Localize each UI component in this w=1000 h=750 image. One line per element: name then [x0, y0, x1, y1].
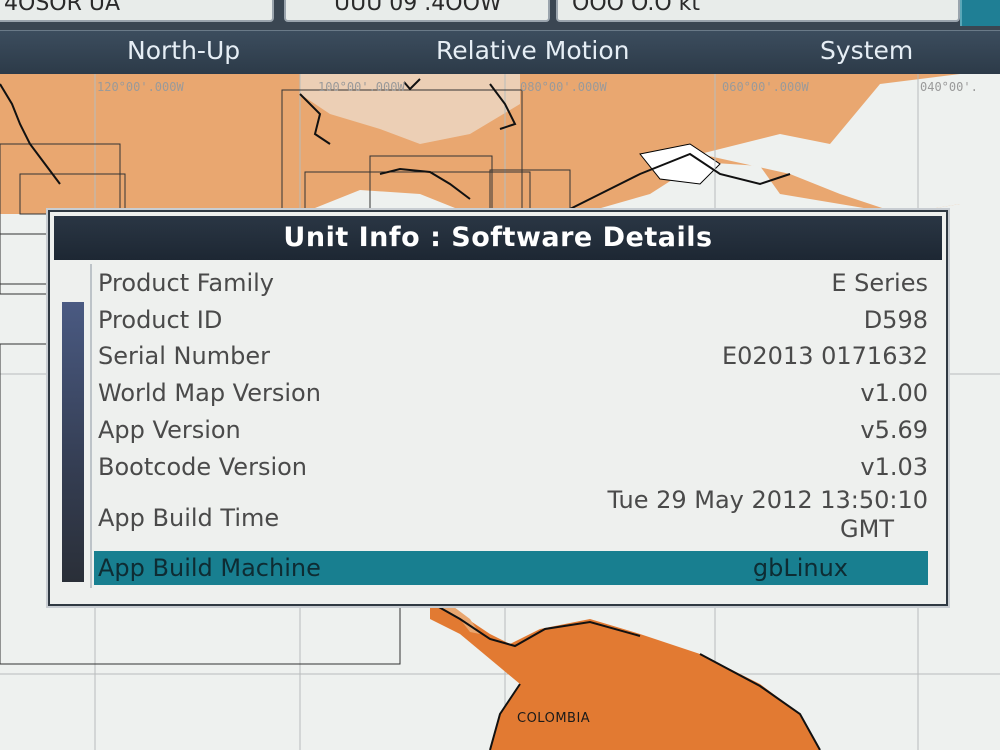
scrollbar[interactable]: [62, 302, 84, 582]
dialog-body: Product Family E Series Product ID D598 …: [58, 264, 938, 594]
row-label: Bootcode Version: [98, 453, 308, 481]
row-value: v1.03: [860, 453, 928, 481]
status-strip: 4OSOR UA UUU 09 .4OOW OOO O.O kt: [0, 0, 1000, 30]
row-label: App Build Time: [98, 504, 280, 532]
divider: [90, 264, 92, 588]
list-item-product-id[interactable]: Product ID D598: [94, 302, 928, 338]
position-lat-box: 4OSOR UA: [0, 0, 274, 22]
list-item-app-build-time[interactable]: App Build Time Tue 29 May 2012 13:50:10 …: [94, 486, 928, 548]
row-value: gbLinux: [752, 554, 848, 582]
lon-label-3: 060°00'.000W: [722, 80, 809, 94]
row-value-line2: GMT: [840, 515, 894, 543]
south-america-land: [430, 602, 820, 750]
country-label: COLOMBIA: [517, 711, 591, 726]
row-value: Tue 29 May 2012 13:50:10 GMT: [607, 486, 928, 544]
position-lon-box: UUU 09 .4OOW: [284, 0, 550, 22]
row-label: Product ID: [98, 306, 223, 334]
row-value-line1: Tue 29 May 2012 13:50:10: [607, 486, 928, 514]
row-label: Serial Number: [98, 342, 270, 370]
lon-label-0: 120°00'.000W: [97, 80, 184, 94]
list-item-bootcode-version[interactable]: Bootcode Version v1.03: [94, 449, 928, 485]
list-item-product-family[interactable]: Product Family E Series: [94, 265, 928, 301]
speed-readout: OOO O.O kt: [572, 0, 701, 16]
unit-info-dialog: Unit Info : Software Details Product Fam…: [48, 210, 948, 606]
row-label: App Build Machine: [98, 554, 321, 582]
menu-bar: North-Up Relative Motion System: [0, 30, 1000, 75]
row-value: E Series: [831, 269, 928, 297]
row-value: v5.69: [860, 416, 928, 444]
speed-box: OOO O.O kt: [556, 0, 960, 22]
lon-readout: UUU 09 .4OOW: [334, 0, 502, 16]
lon-label-4: 040°00'.: [920, 80, 978, 94]
lon-label-1: 100°00'.000W: [318, 80, 405, 94]
list-item-app-version[interactable]: App Version v5.69: [94, 412, 928, 448]
dialog-title: Unit Info : Software Details: [54, 216, 942, 260]
row-label: App Version: [98, 416, 241, 444]
list-item-serial-number[interactable]: Serial Number E02013 0171632: [94, 338, 928, 374]
lat-readout: 4OSOR UA: [4, 0, 121, 16]
menu-north-up[interactable]: North-Up: [127, 36, 240, 65]
row-label: World Map Version: [98, 379, 321, 407]
row-value: E02013 0171632: [721, 342, 928, 370]
list-item-world-map-version[interactable]: World Map Version v1.00: [94, 375, 928, 411]
row-label: Product Family: [98, 269, 274, 297]
row-value: D598: [863, 306, 928, 334]
top-right-tab[interactable]: [960, 0, 1000, 26]
menu-system[interactable]: System: [820, 36, 913, 65]
menu-relative-motion[interactable]: Relative Motion: [436, 36, 630, 65]
lon-label-2: 080°00'.000W: [520, 80, 607, 94]
row-value: v1.00: [860, 379, 928, 407]
list-item-app-build-machine-selected[interactable]: App Build Machine gbLinux: [94, 551, 928, 585]
